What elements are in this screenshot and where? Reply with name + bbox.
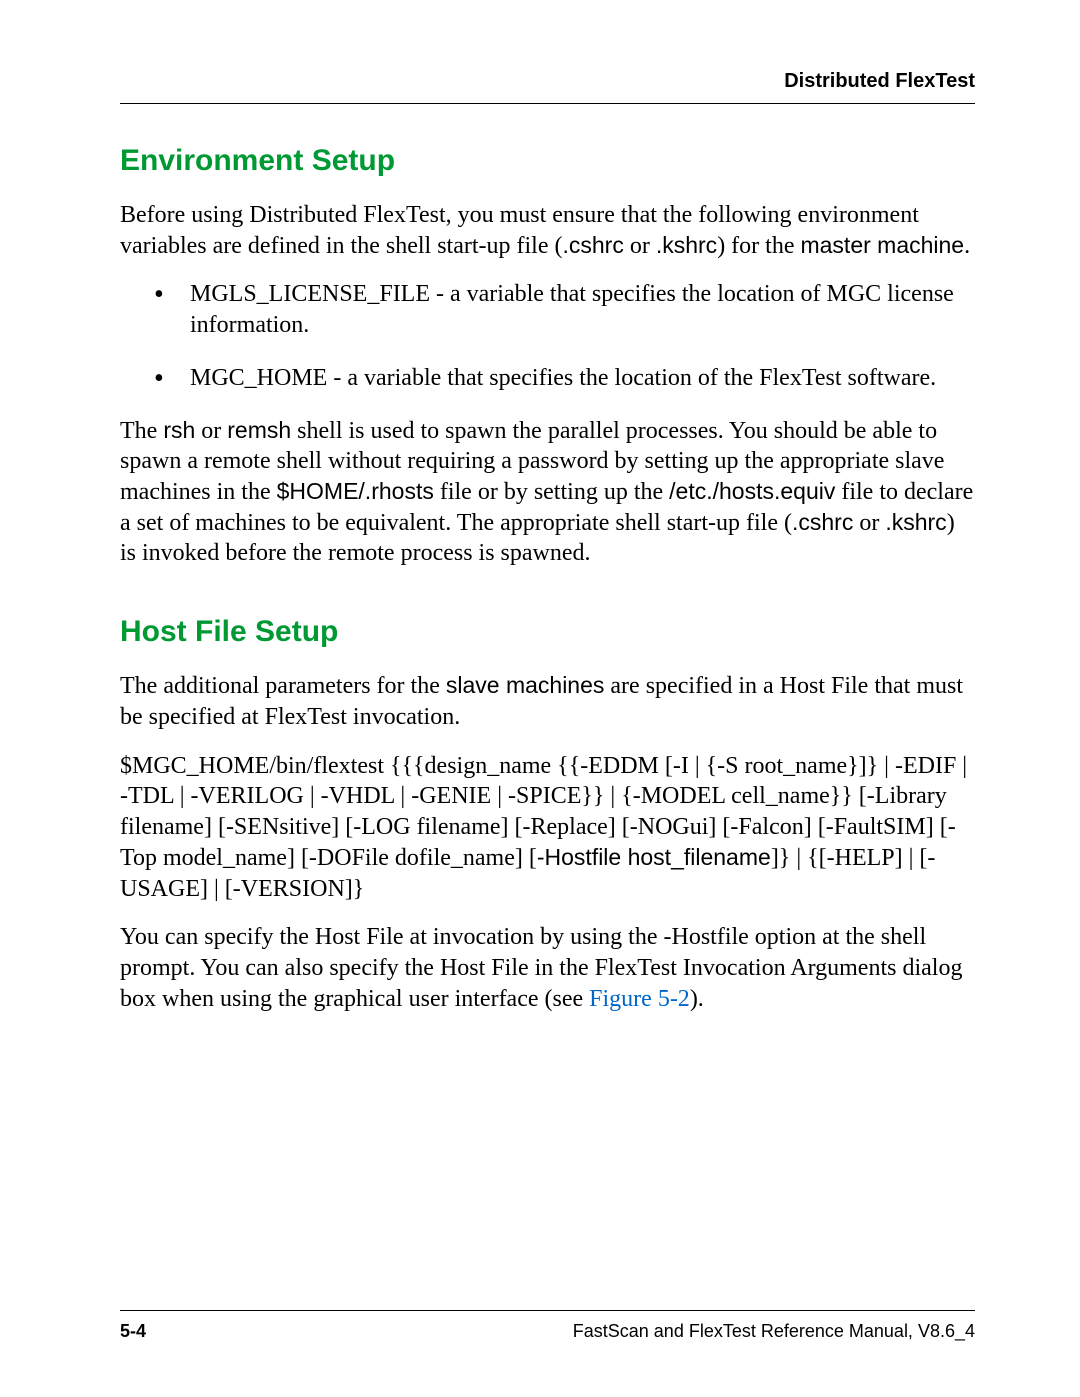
text: or — [195, 418, 227, 444]
manual-title: FastScan and FlexTest Reference Manual, … — [573, 1321, 975, 1342]
hostfile-intro-paragraph: The additional parameters for the slave … — [120, 671, 975, 732]
text: The — [120, 418, 163, 444]
spacer — [120, 587, 975, 615]
text-master-machine: master machine — [800, 232, 964, 258]
text-rhosts: $HOME/.rhosts — [277, 478, 434, 504]
page-header: Distributed FlexTest — [120, 70, 975, 104]
env-variable-list: MGLS_LICENSE_FILE - a variable that spec… — [120, 279, 975, 393]
env-rsh-paragraph: The rsh or remsh shell is used to spawn … — [120, 416, 975, 570]
text: ). — [690, 986, 704, 1012]
text: or — [624, 233, 656, 259]
flextest-command-syntax: $MGC_HOME/bin/flextest {{{design_name {{… — [120, 751, 975, 905]
header-title: Distributed FlexTest — [784, 70, 975, 92]
figure-5-2-link[interactable]: Figure 5-2 — [589, 986, 690, 1012]
text-remsh: remsh — [227, 417, 291, 443]
hostfile-usage-paragraph: You can specify the Host File at invocat… — [120, 922, 975, 1014]
text: or — [853, 510, 885, 536]
text-hosts-equiv: /etc./hosts.equiv — [669, 478, 835, 504]
text-slave-machines: slave machines — [446, 672, 605, 698]
text-rsh: rsh — [163, 417, 195, 443]
text: ) for the — [717, 233, 800, 259]
text: You can specify the Host File at invocat… — [120, 924, 962, 1011]
text: . — [964, 233, 970, 259]
text-hostfile-option: -Hostfile host_filename — [537, 844, 771, 870]
text-kshrc: .kshrc — [656, 232, 717, 258]
page-number: 5-4 — [120, 1321, 146, 1342]
list-item: MGC_HOME - a variable that specifies the… — [190, 363, 975, 394]
env-intro-paragraph: Before using Distributed FlexTest, you m… — [120, 200, 975, 261]
text: The additional parameters for the — [120, 673, 446, 699]
text-cshrc-2: .cshrc — [792, 509, 853, 535]
page-footer: 5-4 FastScan and FlexTest Reference Manu… — [120, 1310, 975, 1342]
heading-environment-setup: Environment Setup — [120, 144, 975, 178]
heading-host-file-setup: Host File Setup — [120, 615, 975, 649]
page: Distributed FlexTest Environment Setup B… — [0, 0, 1080, 1397]
text: file or by setting up the — [434, 479, 669, 505]
text-cshrc: .cshrc — [563, 232, 624, 258]
text-kshrc-2: .kshrc — [885, 509, 946, 535]
list-item: MGLS_LICENSE_FILE - a variable that spec… — [190, 279, 975, 340]
